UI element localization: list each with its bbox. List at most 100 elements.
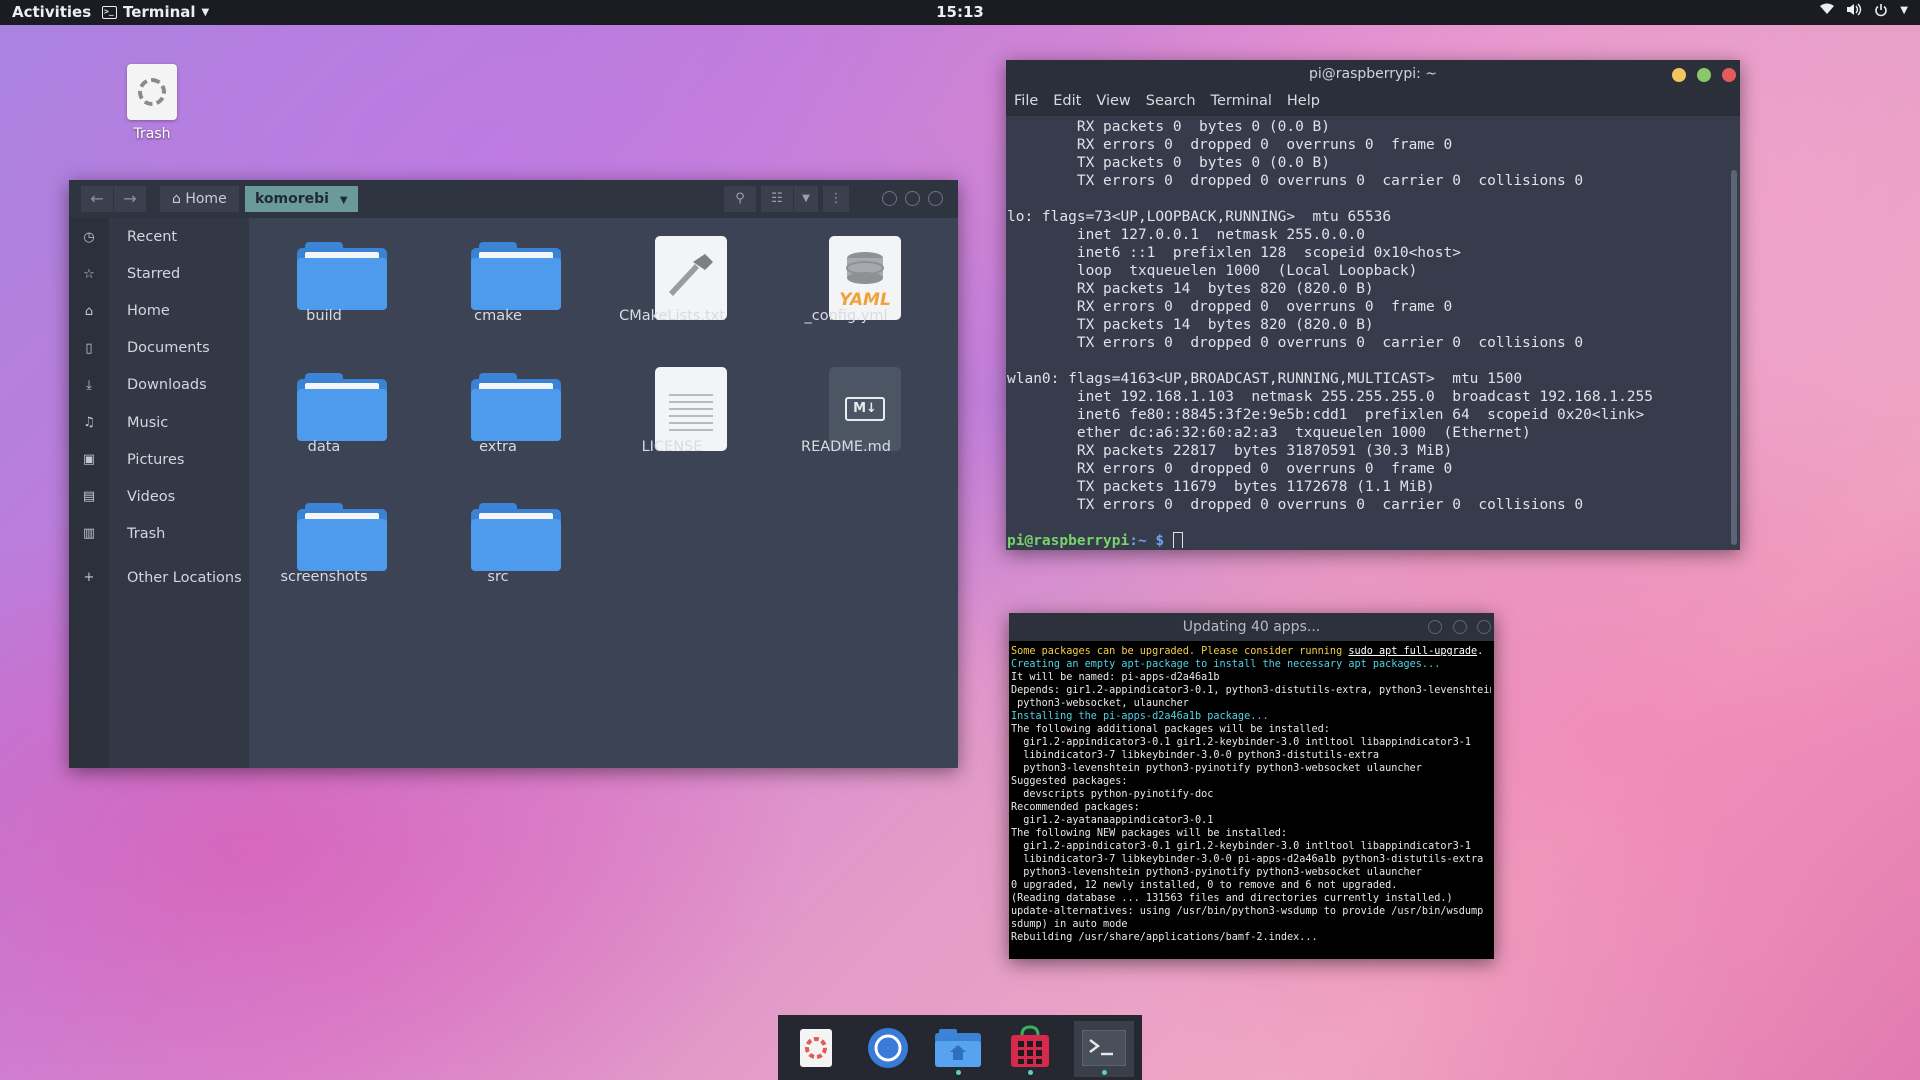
terminal-output[interactable]: RX packets 0 bytes 0 (0.0 B) RX errors 0…: [1007, 118, 1721, 548]
sidebar-item-home[interactable]: ⌂ Home: [69, 296, 249, 326]
sidebar-item-label: Videos: [127, 488, 176, 505]
dock-browser[interactable]: [858, 1021, 918, 1077]
menu-item-help[interactable]: Help: [1279, 89, 1327, 116]
sidebar-item-music[interactable]: ♫ Music: [69, 408, 249, 438]
file-item[interactable]: YAML _config.yml: [771, 218, 921, 338]
file-grid: build cmake CMakeLists.txt YAML _config.ymld…: [249, 218, 958, 768]
terminal-icon: >_: [102, 5, 117, 19]
search-icon: ⚲: [735, 191, 745, 206]
terminal-titlebar[interactable]: pi@raspberrypi: ~: [1006, 60, 1740, 89]
upgrade-command: sudo apt full-upgrade: [1348, 646, 1478, 657]
terminal-cursor: [1172, 532, 1183, 548]
sidebar-item-pictures[interactable]: ▣ Pictures: [69, 445, 249, 475]
menu-dots-icon: ⋮: [829, 191, 843, 206]
home-icon: ⌂: [172, 191, 181, 207]
desktop-trash[interactable]: Trash: [120, 64, 184, 142]
breadcrumb-home[interactable]: ⌂ Home: [160, 186, 239, 212]
maximize-button[interactable]: [1453, 620, 1467, 634]
menu-item-file[interactable]: File: [1006, 89, 1045, 116]
minimize-button[interactable]: [882, 191, 897, 206]
folder-icon: [297, 242, 387, 310]
view-options-button[interactable]: ▼: [794, 186, 818, 212]
updater-line-creating: Creating an empty apt-package to install…: [1011, 659, 1441, 670]
sidebar-item-label: Other Locations: [127, 569, 242, 586]
dock-terminal[interactable]: [1074, 1021, 1134, 1077]
system-tray[interactable]: ▼: [1820, 3, 1908, 21]
minimize-button[interactable]: [1672, 68, 1686, 82]
music-icon: ♫: [83, 415, 95, 430]
updater-titlebar[interactable]: Updating 40 apps...: [1009, 613, 1494, 641]
updater-window: Updating 40 apps... Some packages can be…: [1009, 613, 1494, 959]
clock[interactable]: 15:13: [0, 3, 1920, 21]
sidebar-item-label: Documents: [127, 340, 210, 357]
markdown-badge: M↓: [845, 397, 885, 421]
folder-item[interactable]: screenshots: [249, 479, 399, 599]
search-button[interactable]: ⚲: [724, 186, 756, 212]
menu-item-terminal[interactable]: Terminal: [1203, 89, 1279, 116]
clock-icon: ◷: [83, 229, 95, 245]
folder-icon: [297, 373, 387, 441]
chevron-down-icon: ▼: [339, 195, 348, 206]
file-name: README.md: [801, 439, 891, 455]
folder-item[interactable]: extra: [423, 349, 573, 469]
file-name: src: [487, 569, 509, 585]
app-store-icon: [1011, 1025, 1049, 1067]
sidebar-item-trash[interactable]: ▥ Trash: [69, 519, 249, 549]
picture-icon: ▣: [82, 452, 96, 468]
activities-button[interactable]: Activities: [12, 3, 91, 21]
menu-item-edit[interactable]: Edit: [1045, 89, 1088, 116]
chevron-down-icon: ▼: [802, 193, 810, 204]
file-name: CMakeLists.txt: [619, 308, 725, 324]
terminal-menubar: File Edit View Search Terminal Help: [1006, 89, 1740, 116]
sidebar-item-label: Pictures: [127, 451, 185, 468]
dock-trash[interactable]: [786, 1021, 846, 1077]
maximize-button[interactable]: [1697, 68, 1711, 82]
plus-icon: +: [83, 570, 95, 586]
file-item[interactable]: CMakeLists.txt: [597, 218, 747, 338]
files-icon: [935, 1029, 981, 1067]
sidebar-item-starred[interactable]: ☆ Starred: [69, 259, 249, 289]
file-item[interactable]: LICENSE: [597, 349, 747, 469]
upgrade-notice-text: Some packages can be upgraded. Please co…: [1011, 646, 1349, 657]
file-manager-header: ← → ⌂ Home komorebi ▼ ⚲ ☷ ▼ ⋮: [69, 180, 958, 218]
menu-item-view[interactable]: View: [1088, 89, 1137, 116]
sidebar-item-other-locations[interactable]: + Other Locations: [69, 563, 249, 593]
running-indicator: [1028, 1070, 1033, 1075]
back-button[interactable]: ←: [81, 186, 113, 212]
forward-button[interactable]: →: [114, 186, 146, 212]
view-mode-button[interactable]: ☷: [761, 186, 793, 212]
close-button[interactable]: [928, 191, 943, 206]
document-icon: ▯: [85, 340, 93, 356]
minimize-button[interactable]: [1428, 620, 1442, 634]
folder-item[interactable]: src: [423, 479, 573, 599]
terminal-scrollbar[interactable]: [1731, 170, 1737, 545]
updater-output[interactable]: Some packages can be upgraded. Please co…: [1011, 645, 1491, 957]
sidebar-item-documents[interactable]: ▯ Documents: [69, 333, 249, 363]
folder-icon: [297, 503, 387, 571]
menu-item-search[interactable]: Search: [1138, 89, 1203, 116]
sidebar-item-downloads[interactable]: ⤓ Downloads: [69, 370, 249, 400]
sidebar-item-label: Music: [127, 414, 169, 431]
file-name: cmake: [474, 308, 522, 324]
sidebar-item-videos[interactable]: ▤ Videos: [69, 482, 249, 512]
dock-app-store[interactable]: [1000, 1021, 1060, 1077]
app-menu[interactable]: >_ Terminal ▼: [102, 3, 209, 21]
maximize-button[interactable]: [905, 191, 920, 206]
close-button[interactable]: [1722, 68, 1736, 82]
breadcrumb-current[interactable]: komorebi ▼: [245, 186, 358, 212]
close-button[interactable]: [1477, 620, 1491, 634]
file-item[interactable]: M↓ README.md: [771, 349, 921, 469]
folder-item[interactable]: cmake: [423, 218, 573, 338]
file-name: extra: [479, 439, 517, 455]
upgrade-notice: Some packages can be upgraded. Please co…: [1011, 646, 1483, 657]
menu-button[interactable]: ⋮: [823, 186, 849, 212]
folder-item[interactable]: build: [249, 218, 399, 338]
star-icon: ☆: [83, 266, 95, 282]
volume-icon: [1846, 3, 1862, 21]
sidebar-item-recent[interactable]: ◷ Recent: [69, 222, 249, 252]
dock-files[interactable]: [928, 1021, 988, 1077]
trash-icon: [800, 1029, 832, 1067]
terminal-window: pi@raspberrypi: ~ File Edit View Search Term…: [1006, 60, 1740, 550]
updater-line-installing: Installing the pi-apps-d2a46a1b package.…: [1011, 711, 1269, 722]
folder-item[interactable]: data: [249, 349, 399, 469]
